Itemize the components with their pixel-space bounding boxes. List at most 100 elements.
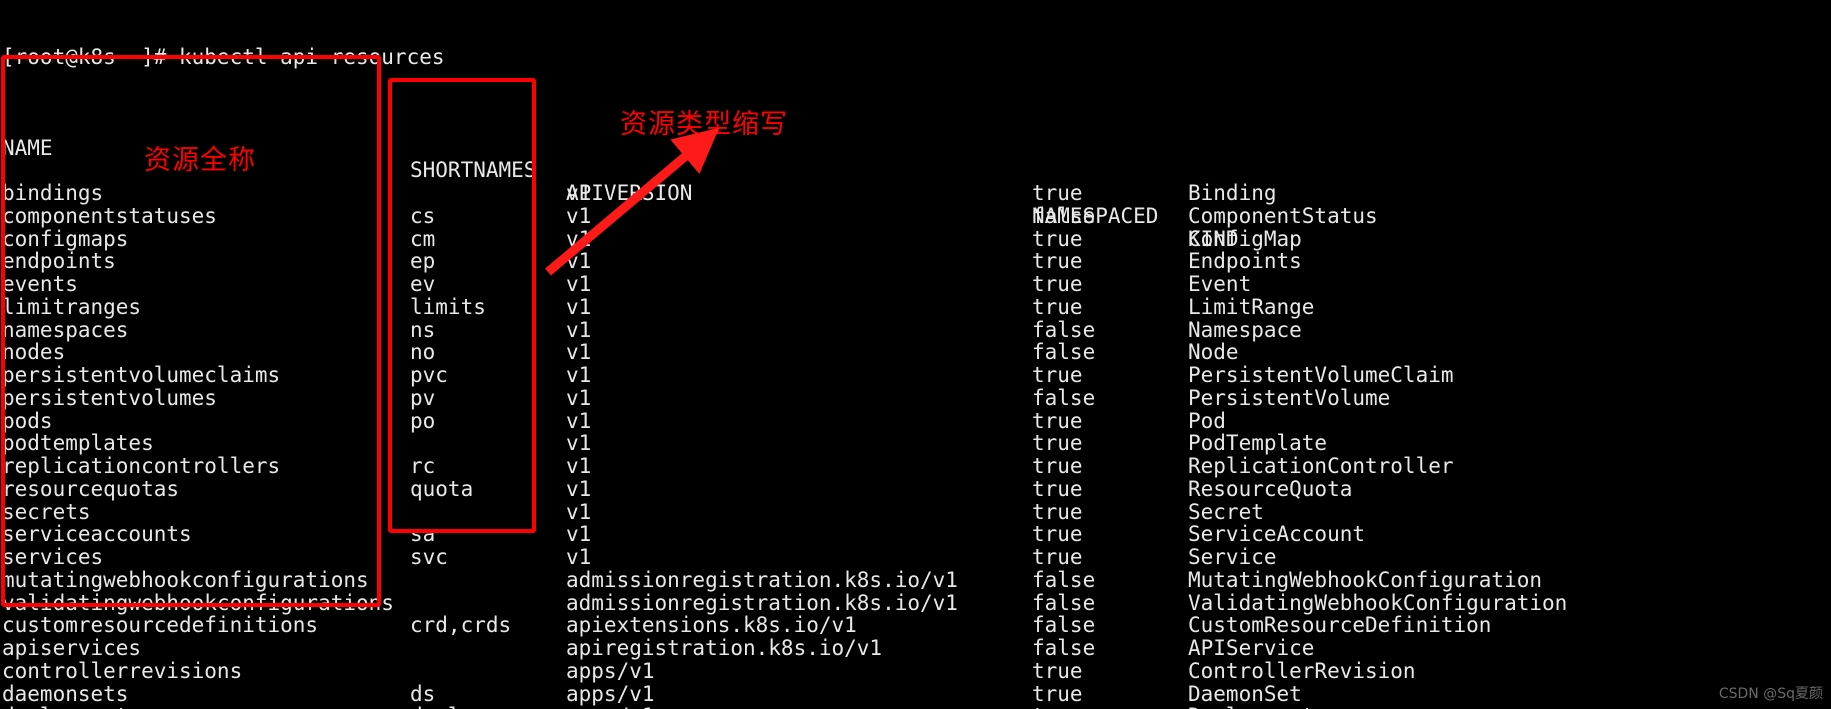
cell-apiversion: v1 bbox=[566, 317, 592, 342]
cell-namespaced: false bbox=[1032, 340, 1096, 365]
cell-apiversion: apps/v1 bbox=[566, 705, 655, 709]
cell-namespaced: false bbox=[1032, 590, 1096, 615]
table-row: limitranges limits v1 true LimitRange bbox=[0, 294, 1831, 319]
table-row: replicationcontrollers rc v1 true Replicatio… bbox=[0, 455, 1831, 478]
cell-shortnames: ns bbox=[410, 317, 436, 342]
cell-namespaced: false bbox=[1032, 567, 1096, 592]
cell-apiversion: v1 bbox=[566, 408, 592, 433]
table-row: customresourcedefinitions crd,crds apiexte… bbox=[0, 614, 1831, 637]
cell-kind: APIService bbox=[1188, 636, 1315, 660]
cell-namespaced: true bbox=[1032, 476, 1083, 501]
column-header-name: NAME bbox=[2, 135, 53, 160]
table-row: events ev v1 true Event bbox=[0, 273, 1831, 296]
cell-kind: ServiceAccount bbox=[1188, 522, 1366, 547]
cell-apiversion: v1 bbox=[566, 363, 592, 387]
cell-kind: Pod bbox=[1188, 408, 1226, 433]
cell-name: controllerrevisions bbox=[2, 658, 243, 683]
cell-name: configmaps bbox=[2, 226, 129, 251]
cell-shortnames: no bbox=[410, 340, 436, 365]
cell-namespaced: true bbox=[1032, 658, 1083, 683]
cell-name: validatingwebhookconfigurations bbox=[2, 590, 394, 615]
cell-name: services bbox=[2, 545, 104, 569]
cell-kind: PersistentVolumeClaim bbox=[1188, 363, 1454, 387]
cell-apiversion: admissionregistration.k8s.io/v1 bbox=[566, 567, 958, 592]
cell-namespaced: false bbox=[1032, 613, 1096, 638]
cell-name: serviceaccounts bbox=[2, 522, 192, 547]
cell-name: deployments bbox=[2, 705, 141, 709]
cell-name: nodes bbox=[2, 340, 66, 365]
cell-namespaced: false bbox=[1032, 203, 1096, 228]
cell-name: replicationcontrollers bbox=[2, 454, 281, 478]
table-row: secrets v1 true Secret bbox=[0, 499, 1831, 524]
cell-apiversion: apiextensions.k8s.io/v1 bbox=[566, 613, 857, 638]
cell-apiversion: v1 bbox=[566, 545, 592, 569]
cell-name: customresourcedefinitions bbox=[2, 613, 319, 638]
cell-namespaced: true bbox=[1032, 431, 1083, 456]
cell-kind: ConfigMap bbox=[1188, 226, 1302, 251]
cell-name: apiservices bbox=[2, 636, 142, 660]
cell-kind: MutatingWebhookConfiguration bbox=[1188, 567, 1543, 592]
cell-kind: Deployment bbox=[1188, 705, 1314, 709]
table-row: daemonsets ds apps/v1 true DaemonSet bbox=[0, 681, 1831, 706]
cell-name: namespaces bbox=[2, 317, 129, 342]
table-row: namespaces ns v1 false Namespace bbox=[0, 317, 1831, 342]
cell-apiversion: apps/v1 bbox=[566, 658, 655, 683]
cell-namespaced: true bbox=[1032, 249, 1083, 274]
cell-namespaced: true bbox=[1032, 408, 1083, 433]
cell-kind: ComponentStatus bbox=[1188, 203, 1378, 228]
cell-kind: Node bbox=[1188, 340, 1239, 365]
cell-shortnames: cs bbox=[410, 203, 436, 228]
cell-shortnames: quota bbox=[410, 476, 474, 501]
cell-name: events bbox=[2, 272, 78, 296]
cell-apiversion: v1 bbox=[566, 249, 592, 274]
cell-apiversion: v1 bbox=[566, 385, 592, 410]
cell-apiversion: v1 bbox=[566, 499, 592, 524]
table-row: persistentvolumes pv v1 false PersistentVolu… bbox=[0, 385, 1831, 410]
cell-apiversion: v1 bbox=[566, 203, 592, 228]
cell-apiversion: apiregistration.k8s.io/v1 bbox=[566, 636, 883, 660]
cell-apiversion: v1 bbox=[566, 226, 592, 251]
table-row: apiservices apiregistration.k8s.io/v1 fals… bbox=[0, 637, 1831, 660]
table-row: persistentvolumeclaims pvc v1 true Persisten… bbox=[0, 364, 1831, 387]
table-row: mutatingwebhookconfigurations admissionre… bbox=[0, 567, 1831, 592]
cell-kind: CustomResourceDefinition bbox=[1188, 613, 1492, 638]
cell-namespaced: true bbox=[1032, 294, 1083, 319]
cell-shortnames: crd,crds bbox=[410, 613, 512, 638]
cell-apiversion: v1 bbox=[566, 431, 592, 456]
cell-name: podtemplates bbox=[2, 431, 154, 456]
table-row: podtemplates v1 true PodTemplate bbox=[0, 432, 1831, 455]
cell-namespaced: true bbox=[1032, 363, 1083, 387]
cell-kind: ReplicationController bbox=[1188, 454, 1454, 478]
table-row: validatingwebhookconfigurations admission… bbox=[0, 590, 1831, 615]
table-row: deployments deploy apps/v1 true Deployment bbox=[0, 705, 1831, 709]
cell-shortnames: po bbox=[410, 408, 436, 433]
shell-prompt-line: [root@k8s ~]# kubectl api-resources bbox=[0, 44, 1831, 69]
cell-namespaced: true bbox=[1032, 272, 1083, 296]
table-row: componentstatuses cs v1 false ComponentStatu… bbox=[0, 203, 1831, 228]
cell-name: secrets bbox=[2, 499, 91, 524]
cell-namespaced: false bbox=[1032, 317, 1096, 342]
cell-shortnames: cm bbox=[410, 226, 436, 251]
shell-prompt-command: [root@k8s ~]# kubectl api-resources bbox=[2, 44, 445, 69]
cell-kind: Event bbox=[1188, 272, 1252, 296]
cell-apiversion: v1 bbox=[566, 522, 592, 547]
cell-name: mutatingwebhookconfigurations bbox=[2, 567, 369, 592]
csdn-watermark: CSDN @Sq夏颜 bbox=[1718, 686, 1823, 702]
cell-namespaced: true bbox=[1032, 681, 1083, 706]
cell-namespaced: false bbox=[1032, 636, 1096, 660]
cell-namespaced: true bbox=[1032, 499, 1083, 524]
terminal-output: [root@k8s ~]# kubectl api-resources NAME… bbox=[0, 0, 1831, 709]
cell-shortnames: pvc bbox=[410, 363, 448, 387]
cell-name: endpoints bbox=[2, 249, 116, 274]
cell-apiversion: v1 bbox=[566, 476, 592, 501]
cell-name: bindings bbox=[2, 181, 104, 205]
cell-kind: PodTemplate bbox=[1188, 431, 1328, 456]
cell-namespaced: true bbox=[1032, 181, 1083, 205]
cell-kind: Secret bbox=[1188, 499, 1264, 524]
cell-kind: LimitRange bbox=[1188, 294, 1315, 319]
cell-namespaced: true bbox=[1032, 454, 1083, 478]
table-row: nodes no v1 false Node bbox=[0, 341, 1831, 364]
table-row: bindings v1 true Binding bbox=[0, 182, 1831, 205]
table-row: configmaps cm v1 true ConfigMap bbox=[0, 226, 1831, 251]
cell-kind: Endpoints bbox=[1188, 249, 1302, 274]
